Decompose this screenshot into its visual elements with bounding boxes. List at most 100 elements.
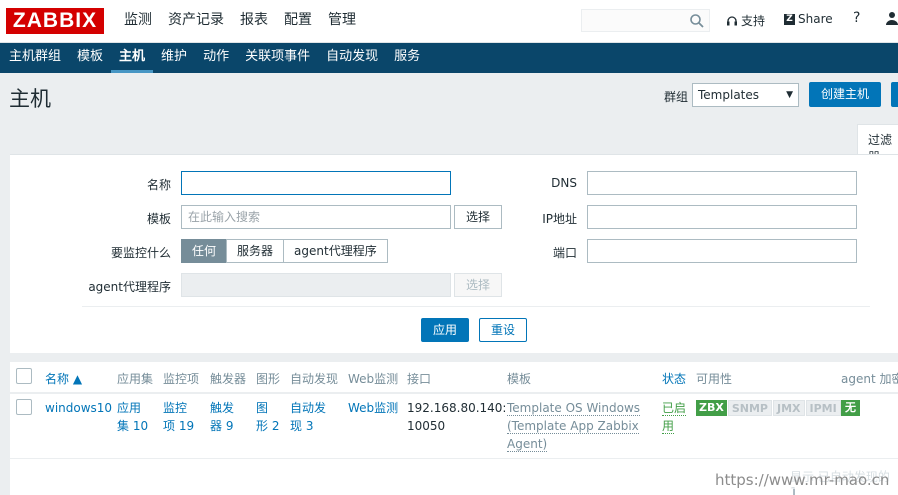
page-header: 主机 群组 Templates ▼ 创建主机	[0, 73, 898, 121]
applications-link[interactable]: 应用集 10	[117, 399, 148, 435]
share-link[interactable]: Z Share	[784, 12, 833, 26]
filter-dns-input[interactable]	[587, 171, 857, 195]
support-link[interactable]: 支持	[726, 12, 765, 29]
share-z-icon: Z	[784, 13, 795, 25]
filter-divider	[82, 306, 870, 307]
encryption-badge: 无	[841, 400, 860, 416]
col-applications: 应用集	[117, 372, 154, 386]
jmx-badge: JMX	[772, 400, 805, 416]
col-encryption: agent 加密	[841, 372, 898, 386]
col-web: Web监测	[348, 372, 399, 386]
top-bar: ZABBIX 监测 资产记录 报表 配置 管理 支持 Z Share ?	[0, 0, 898, 43]
filter-tab[interactable]: 过滤器	[857, 124, 898, 164]
items-text-1: 监控	[163, 401, 188, 415]
filter-ip-label: IP地址	[542, 212, 577, 226]
monitored-by-radio-group: 任何 服务器 agent代理程序	[181, 239, 388, 263]
host-name-link[interactable]: windows10	[45, 399, 112, 417]
col-status[interactable]: 状态	[662, 370, 686, 387]
subnav-maintenance[interactable]: 维护	[153, 43, 195, 73]
filter-ip-input[interactable]	[587, 205, 857, 229]
snmp-badge: SNMP	[727, 400, 772, 416]
template-link-2[interactable]: (Template App Zabbix	[507, 419, 639, 434]
subnav-discovery[interactable]: 自动发现	[318, 43, 386, 73]
col-triggers: 触发器	[210, 372, 247, 386]
search-input[interactable]	[581, 9, 710, 32]
select-all-checkbox[interactable]	[16, 368, 32, 384]
availability-cell: ZBX SNMP JMX IPMI	[696, 400, 841, 416]
sub-nav: 主机群组 模板 主机 维护 动作 关联项事件 自动发现 服务	[0, 43, 898, 73]
status-cell[interactable]: 已启 用	[662, 399, 687, 435]
subnav-event-correlation[interactable]: 关联项事件	[237, 43, 318, 73]
zbx-badge: ZBX	[696, 400, 727, 416]
reset-button[interactable]: 重设	[479, 318, 527, 342]
triggers-link[interactable]: 触发器 9	[210, 399, 234, 435]
import-button[interactable]	[891, 82, 898, 107]
items-link[interactable]: 监控项 19	[163, 399, 194, 435]
group-select-value: Templates	[698, 88, 760, 102]
nav-reports[interactable]: 报表	[232, 0, 276, 43]
header-divider	[10, 392, 898, 394]
subnav-templates[interactable]: 模板	[69, 43, 111, 73]
subnav-actions[interactable]: 动作	[195, 43, 237, 73]
create-host-button[interactable]: 创建主机	[809, 82, 881, 107]
zabbix-logo[interactable]: ZABBIX	[6, 8, 104, 34]
interface-text-1: 192.168.80.140:	[407, 401, 507, 415]
monitored-by-any[interactable]: 任何	[181, 239, 228, 263]
group-label: 群组	[664, 90, 689, 104]
search-icon[interactable]	[689, 13, 705, 29]
share-label: Share	[798, 12, 833, 26]
col-interface: 接口	[407, 372, 432, 386]
status-text-1: 已启	[662, 401, 687, 416]
filter-template-input[interactable]: 在此输入搜索	[181, 205, 451, 229]
chevron-down-icon: ▼	[786, 90, 793, 100]
template-select-button[interactable]: 选择	[454, 205, 502, 229]
triggers-text-2: 器 9	[210, 419, 234, 433]
items-text-2: 项 19	[163, 419, 195, 433]
discovery-link[interactable]: 自动发现 3	[290, 399, 326, 435]
template-link-1[interactable]: Template OS Windows	[507, 401, 641, 416]
nav-inventory[interactable]: 资产记录	[160, 0, 232, 43]
group-select[interactable]: Templates ▼	[692, 83, 799, 107]
filter-template-label: 模板	[146, 212, 171, 226]
subnav-hosts[interactable]: 主机	[111, 43, 154, 73]
nav-monitoring[interactable]: 监测	[116, 0, 160, 43]
filter-port-input[interactable]	[587, 239, 857, 263]
apply-button[interactable]: 应用	[421, 318, 469, 342]
col-templates: 模板	[507, 372, 532, 386]
applications-text-1: 应用	[117, 401, 142, 415]
template-link-3[interactable]: Agent)	[507, 437, 548, 452]
web-link[interactable]: Web监测	[348, 399, 398, 417]
interface-text-2: 10050	[407, 419, 446, 433]
headset-icon	[727, 15, 737, 25]
col-graphs: 图形	[256, 372, 281, 386]
subnav-host-groups[interactable]: 主机群组	[1, 43, 69, 73]
filter-panel: 名称 模板 在此输入搜索 选择 要监控什么 任何 服务器 agent代理程序 a…	[10, 154, 898, 353]
applications-text-2: 集 10	[117, 419, 149, 433]
main-nav: 监测 资产记录 报表 配置 管理	[116, 0, 364, 43]
nav-configuration[interactable]: 配置	[276, 0, 320, 43]
user-profile-icon[interactable]	[885, 11, 898, 25]
filter-proxy-input	[181, 273, 451, 297]
page-title: 主机	[9, 87, 51, 111]
monitored-by-proxy[interactable]: agent代理程序	[283, 239, 388, 263]
watermark: https://www.mr-mao.cn	[715, 471, 890, 489]
col-items: 监控项	[163, 372, 200, 386]
monitored-by-server[interactable]: 服务器	[226, 239, 285, 263]
graphs-text-2: 形 2	[256, 419, 280, 433]
triggers-text-1: 触发	[210, 401, 235, 415]
support-label: 支持	[741, 14, 766, 28]
filter-name-input[interactable]	[181, 171, 451, 195]
col-name[interactable]: 名称 ▲	[45, 370, 82, 387]
graphs-text-1: 图	[256, 401, 269, 415]
filter-proxy-label: agent代理程序	[88, 280, 171, 294]
help-link[interactable]: ?	[853, 10, 860, 26]
status-text-2: 用	[662, 419, 675, 434]
ipmi-badge: IPMI	[805, 400, 841, 416]
filter-dns-label: DNS	[551, 176, 577, 190]
discovery-text-2: 现 3	[290, 419, 314, 433]
row-checkbox[interactable]	[16, 399, 32, 415]
col-discovery: 自动发现	[290, 372, 339, 386]
subnav-services[interactable]: 服务	[386, 43, 428, 73]
graphs-link[interactable]: 图形 2	[256, 399, 279, 435]
nav-administration[interactable]: 管理	[320, 0, 364, 43]
